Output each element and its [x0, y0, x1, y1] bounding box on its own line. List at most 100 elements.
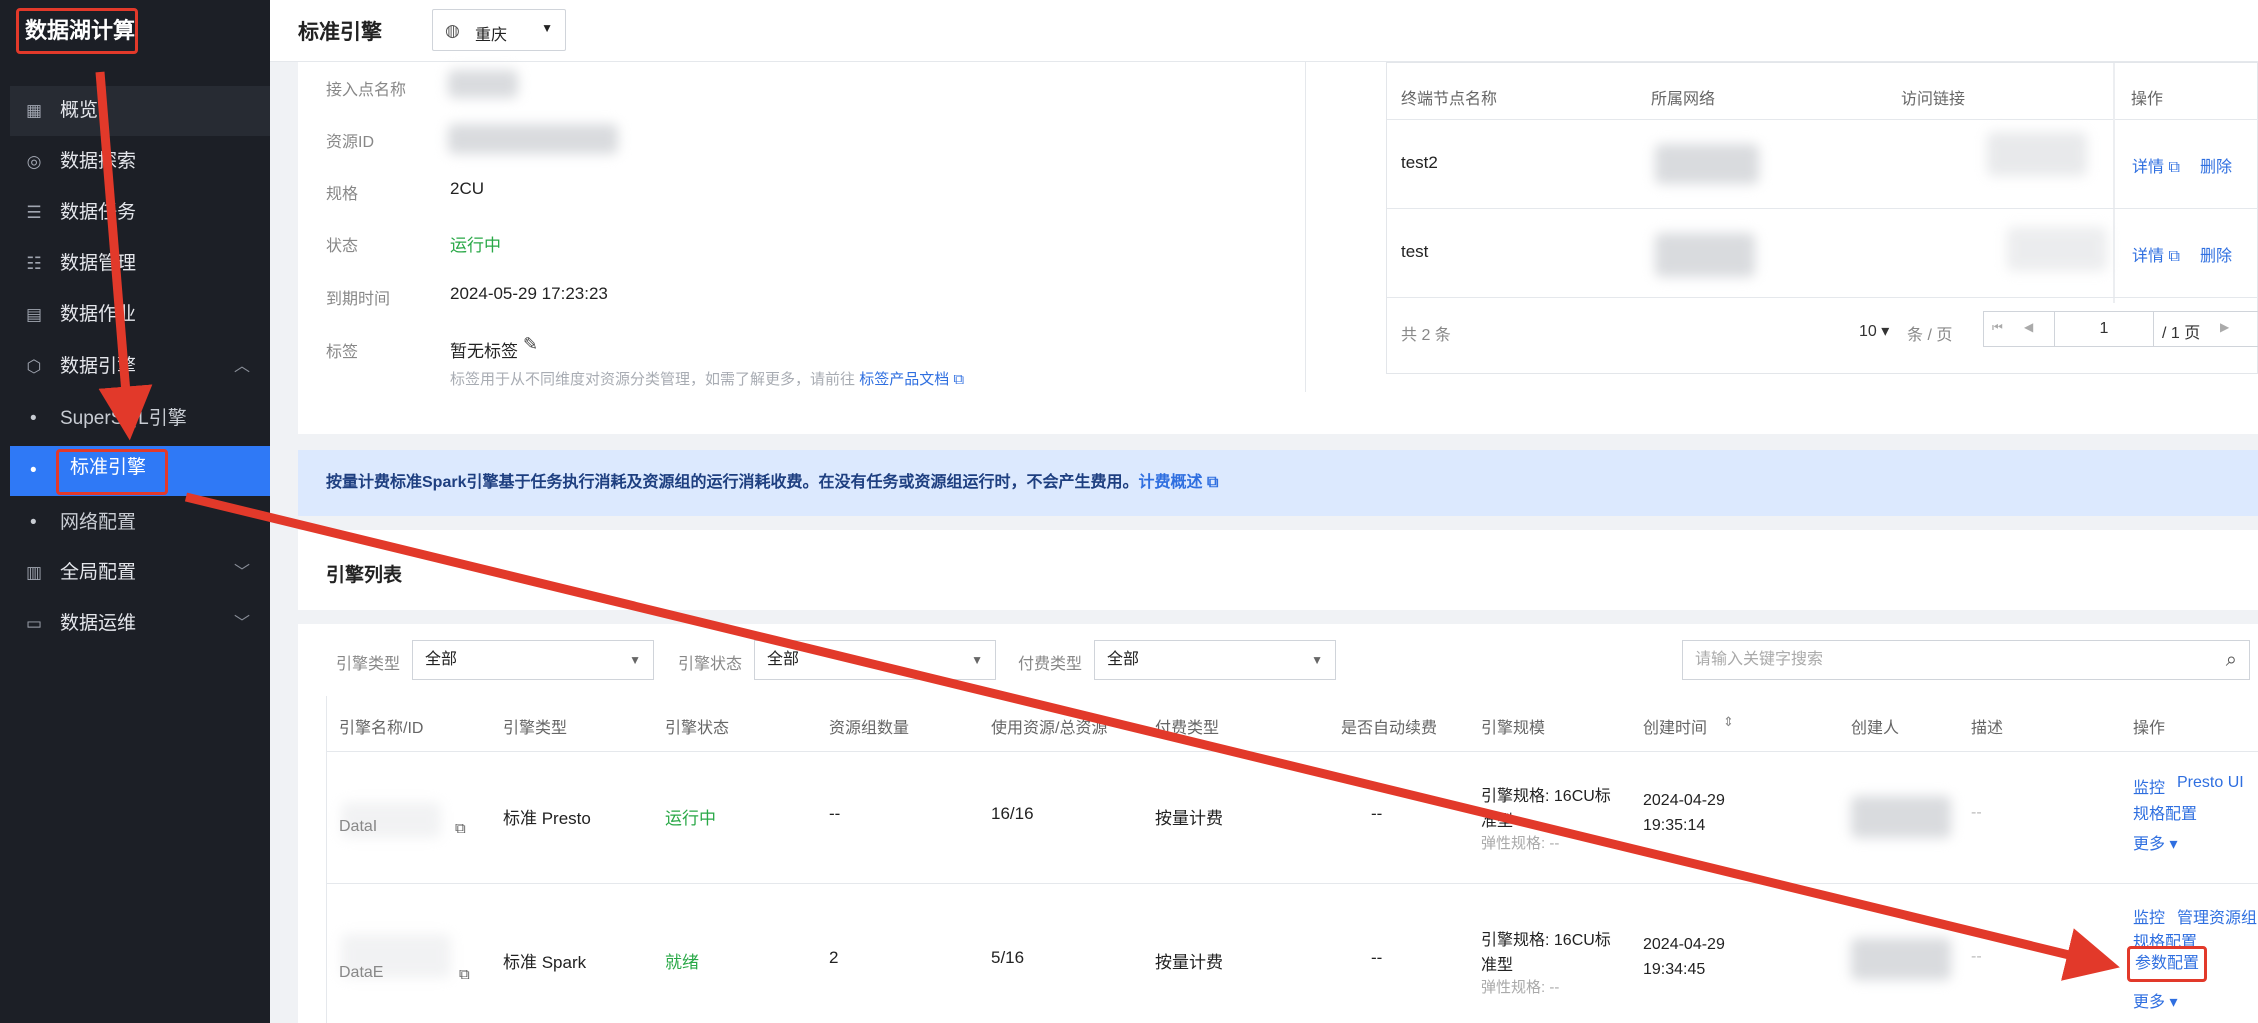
sidebar-item-management[interactable]: ☷ 数据管理: [10, 239, 270, 289]
sidebar-item-supersql[interactable]: • SuperSQL引擎: [10, 394, 270, 444]
per-page-label: 条 / 页: [1907, 327, 1953, 344]
region-select[interactable]: ◍ 重庆 ▼: [432, 9, 566, 51]
label-resource-id: 资源ID: [326, 134, 375, 151]
redacted-value: [448, 70, 518, 98]
table-row: DataI ⧉ 标准 Presto 运行中 -- 16/16 按量计费 -- 引…: [326, 752, 2258, 884]
table-header: 引擎名称/ID 引擎类型 引擎状态 资源组数量 使用资源/总资源 付费类型 是否…: [326, 696, 2258, 752]
engine-list: 引擎列表 引擎类型 全部 ▼ 引擎状态 全部 ▼ 付费类型 全部 ▼ 请输入关键字搜索…: [298, 530, 2258, 1023]
col-operations: 操作: [2131, 91, 2164, 108]
filter-label: 付费类型: [1018, 656, 1083, 673]
label-spec: 规格: [326, 186, 359, 203]
redacted-value: [1655, 233, 1755, 277]
app-title: 数据湖计算: [16, 8, 138, 54]
sidebar-item-global-config[interactable]: ▥ 全局配置 ﹀: [10, 548, 270, 598]
search-input[interactable]: 请输入关键字搜索 ⌕: [1682, 640, 2250, 680]
redacted-value: [2007, 227, 2107, 271]
sort-icon[interactable]: ⇕: [1723, 714, 1734, 730]
sidebar-item-explore[interactable]: ◎ 数据探索: [10, 137, 270, 187]
endpoint-table: 终端节点名称 所属网络 访问链接 操作 test2 详情 ⧉ 删除 test 详…: [1386, 62, 2258, 374]
edit-icon[interactable]: ✎: [523, 334, 538, 355]
manage-resource-group-link[interactable]: 管理资源组: [2177, 904, 2257, 928]
spec-config-link[interactable]: 规格配置: [2133, 800, 2197, 824]
dashboard-icon: ▥: [25, 563, 43, 582]
label-expiry: 到期时间: [326, 291, 391, 308]
standard-engine-highlight: 标准引擎: [56, 446, 168, 495]
detail-link[interactable]: 详情 ⧉: [2132, 153, 2180, 177]
label-endpoint-name: 接入点名称: [326, 82, 407, 99]
page-title: 标准引擎: [298, 21, 382, 44]
caret-down-icon: ▼: [541, 21, 553, 35]
sidebar-item-ops[interactable]: ▭ 数据运维 ﹀: [10, 599, 270, 649]
param-config-link[interactable]: 参数配置: [2127, 946, 2207, 982]
sidebar: 数据湖计算 ▦ 概览 ◎ 数据探索 ☰ 数据任务 ☷ 数据管理 ▤ 数据作业 ⬡…: [0, 0, 270, 1023]
expiry-value: 2024-05-29 17:23:23: [450, 284, 608, 303]
next-page-icon[interactable]: ▶: [2220, 320, 2229, 334]
page-size-select[interactable]: 10 ▾: [1859, 321, 1889, 341]
sidebar-item-network[interactable]: • 网络配置: [10, 498, 270, 548]
engine-type-select[interactable]: 全部 ▼: [412, 640, 654, 680]
caret-down-icon: ▼: [1311, 653, 1323, 667]
redacted-value: [1655, 144, 1759, 184]
col-endpoint-name: 终端节点名称: [1401, 91, 1498, 108]
document-icon: ▤: [25, 305, 43, 324]
sidebar-item-jobs[interactable]: ▤ 数据作业: [10, 290, 270, 340]
label-tags: 标签: [326, 344, 359, 361]
monitor-link[interactable]: 监控: [2133, 904, 2165, 928]
sidebar-item-tasks[interactable]: ☰ 数据任务: [10, 188, 270, 238]
grid-icon: ▦: [25, 101, 43, 120]
billing-overview-link[interactable]: 计费概述: [1138, 474, 1202, 491]
external-link-icon: ⧉: [2168, 248, 2180, 265]
globe-icon: ◍: [445, 21, 460, 40]
engine-status-select[interactable]: 全部 ▼: [754, 640, 996, 680]
more-dropdown[interactable]: 更多 ▾: [2133, 988, 2178, 1012]
table-row: test2 详情 ⧉ 删除: [1387, 120, 2258, 208]
sliders-icon: ☷: [26, 254, 42, 273]
billing-banner: 按量计费标准Spark引擎基于任务执行消耗及资源组的运行消耗收费。在没有任务或资…: [298, 450, 2258, 516]
monitor-link[interactable]: 监控: [2133, 774, 2165, 798]
prev-page-icon[interactable]: ◀: [2024, 320, 2033, 334]
caret-down-icon: ▼: [971, 653, 983, 667]
filter-label: 引擎类型: [336, 656, 401, 673]
filter-label: 引擎状态: [678, 656, 743, 673]
total-count: 共 2 条: [1401, 327, 1451, 344]
col-network: 所属网络: [1651, 91, 1716, 108]
pay-type-select[interactable]: 全部 ▼: [1094, 640, 1336, 680]
presto-ui-link[interactable]: Presto UI: [2177, 774, 2244, 792]
top-bar: 标准引擎 ◍ 重庆 ▼: [270, 0, 2258, 62]
tags-value: 暂无标签: [450, 342, 518, 361]
label-status: 状态: [326, 238, 359, 255]
status-value: 运行中: [450, 236, 501, 255]
status-badge: 就绪: [665, 953, 699, 972]
more-dropdown[interactable]: 更多 ▾: [2133, 830, 2178, 854]
avatar: [1851, 938, 1951, 980]
page-total: / 1 页: [2162, 325, 2201, 342]
page-input[interactable]: 1: [2054, 312, 2154, 346]
detail-link[interactable]: 详情 ⧉: [2132, 242, 2180, 266]
first-page-icon[interactable]: ⏮: [1992, 320, 2003, 335]
copy-icon[interactable]: ⧉: [459, 966, 470, 983]
delete-link[interactable]: 删除: [2200, 242, 2232, 266]
monitor-icon: ▭: [25, 614, 43, 633]
sidebar-item-engines[interactable]: ⬡ 数据引擎 ︿: [10, 342, 270, 392]
cube-icon: ⬡: [26, 357, 42, 376]
sidebar-item-overview[interactable]: ▦ 概览: [10, 86, 270, 136]
tag-doc-link[interactable]: 标签产品文档: [859, 371, 949, 388]
pagination: ⏮ ◀ 1 / 1 页 ▶: [1983, 311, 2258, 347]
table-row: DataE ⧉ 标准 Spark 就绪 2 5/16 按量计费 -- 引擎规格:…: [326, 884, 2258, 1023]
external-link-icon: ⧉: [953, 371, 965, 388]
search-icon: ◎: [26, 152, 42, 171]
search-icon[interactable]: ⌕: [2226, 641, 2237, 679]
chevron-down-icon: ﹀: [233, 615, 250, 632]
status-badge: 运行中: [665, 809, 716, 828]
delete-link[interactable]: 删除: [2200, 153, 2232, 177]
col-access-link: 访问链接: [1901, 91, 1966, 108]
section-title: 引擎列表: [326, 565, 403, 586]
list-icon: ☰: [26, 203, 42, 222]
copy-icon[interactable]: ⧉: [455, 820, 466, 837]
sidebar-item-standard-engine[interactable]: • 标准引擎: [10, 446, 270, 496]
chevron-up-icon: ︿: [233, 358, 250, 375]
table-row: test 详情 ⧉ 删除: [1387, 209, 2258, 297]
external-link-icon: ⧉: [2168, 159, 2180, 176]
avatar: [1851, 796, 1951, 838]
redacted-value: [1987, 132, 2087, 176]
